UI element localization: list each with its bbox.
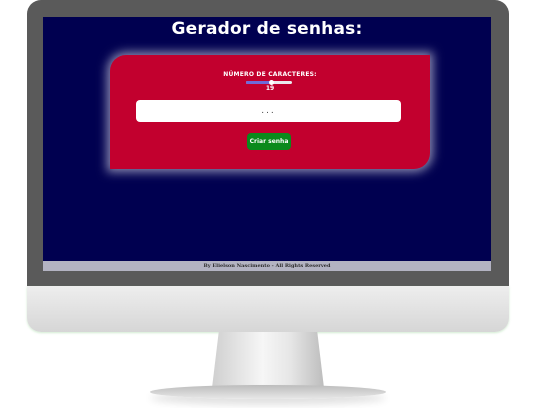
length-slider-fill — [246, 81, 272, 84]
length-slider[interactable] — [246, 80, 292, 85]
monitor-stand-neck — [212, 332, 324, 388]
page-title: Gerador de senhas: — [171, 19, 363, 39]
generator-card: NÚMERO DE CARACTERES: 19 ... Criar senha — [110, 55, 430, 169]
footer-text: By Elielson Nascimento - All Rights Rese… — [203, 263, 331, 269]
app-screen: Gerador de senhas: NÚMERO DE CARACTERES:… — [43, 17, 491, 271]
monitor-chin — [27, 286, 509, 332]
monitor-mockup: Gerador de senhas: NÚMERO DE CARACTERES:… — [0, 0, 534, 408]
monitor-stand-base — [150, 385, 386, 399]
length-label: NÚMERO DE CARACTERES: — [223, 71, 317, 78]
create-password-button[interactable]: Criar senha — [247, 133, 291, 150]
password-output-field[interactable]: ... — [136, 100, 401, 122]
length-value: 19 — [265, 85, 275, 92]
footer: By Elielson Nascimento - All Rights Rese… — [43, 261, 491, 271]
